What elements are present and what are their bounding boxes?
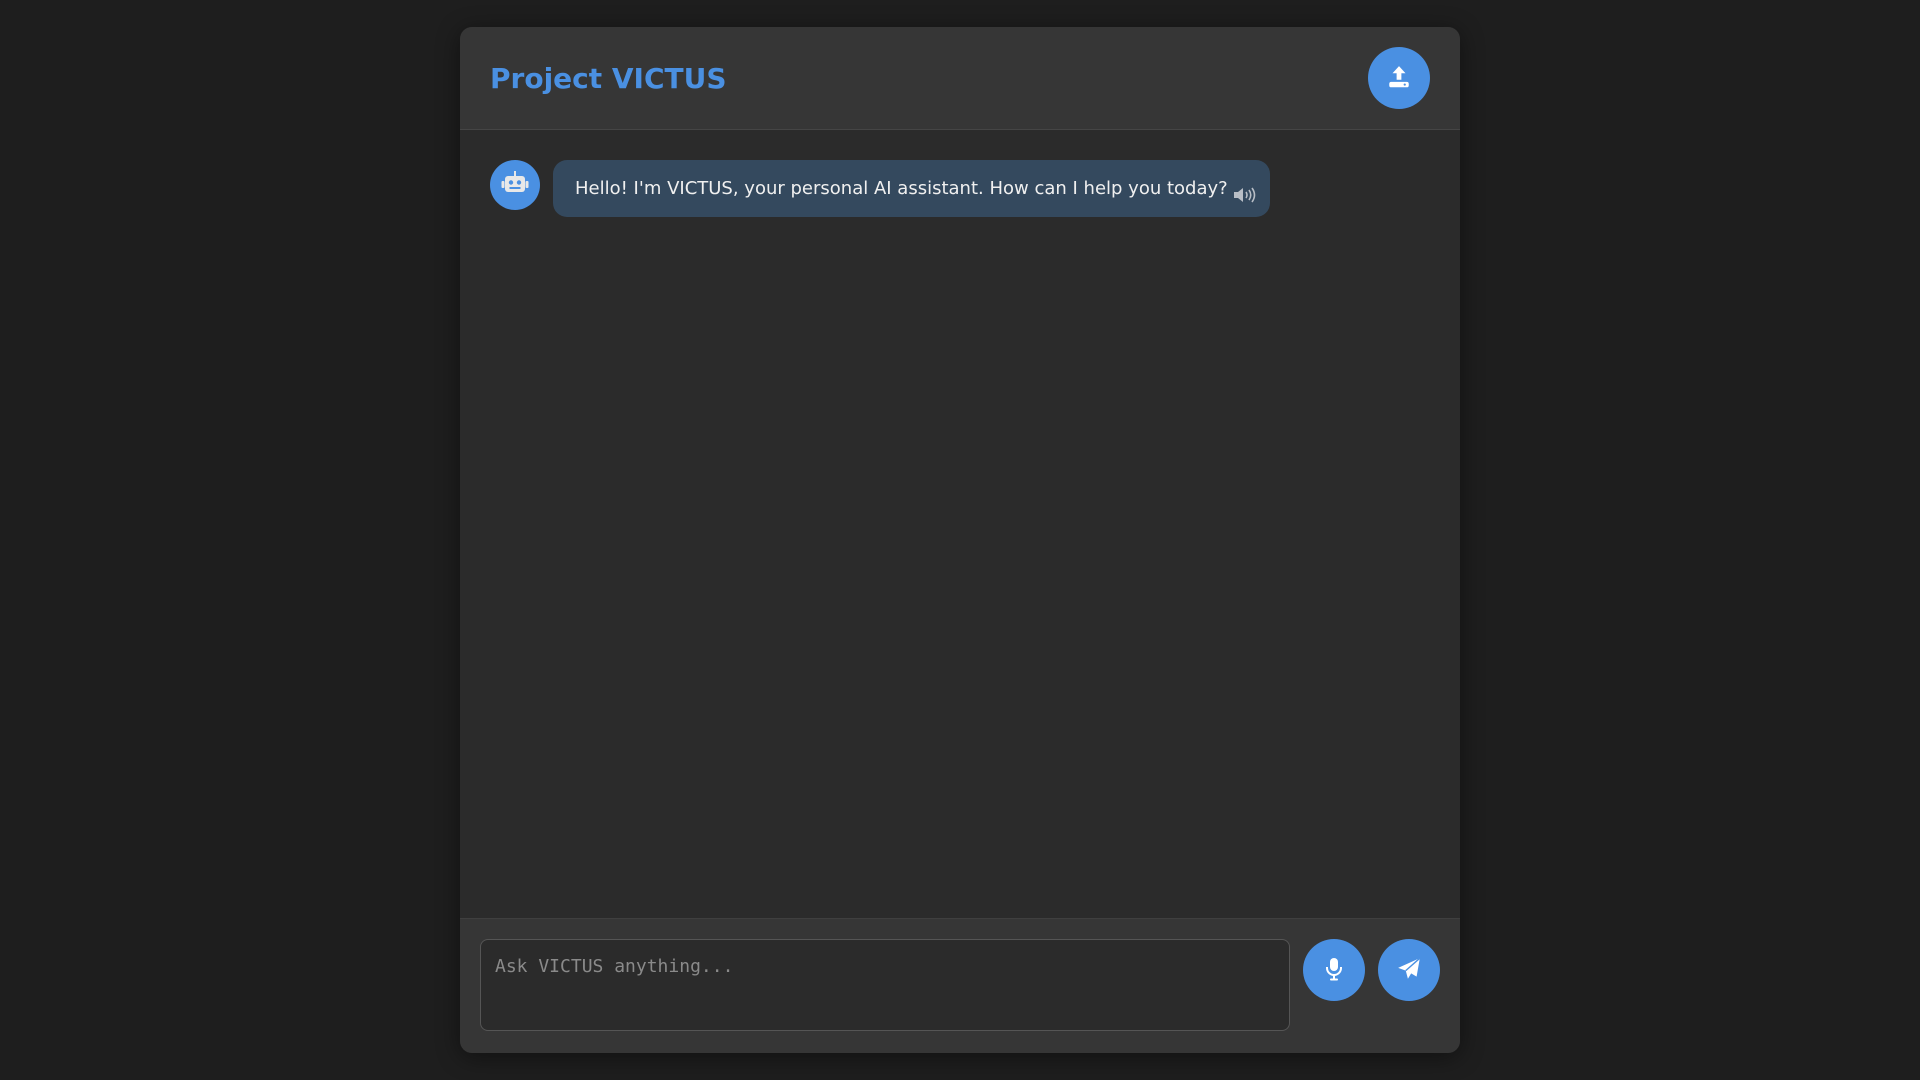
message-list: Hello! I'm VICTUS, your personal AI assi… [460, 130, 1460, 918]
voice-input-button[interactable] [1303, 939, 1365, 1001]
send-button[interactable] [1378, 939, 1440, 1001]
app-title: Project VICTUS [490, 61, 727, 95]
assistant-avatar [490, 160, 540, 210]
upload-button[interactable] [1368, 47, 1430, 109]
assistant-message: Hello! I'm VICTUS, your personal AI assi… [490, 160, 1430, 217]
speak-message-button[interactable] [1232, 187, 1258, 207]
composer-actions [1303, 939, 1440, 1001]
robot-icon [501, 170, 529, 200]
send-icon [1396, 956, 1422, 985]
composer [460, 918, 1460, 1053]
message-text: Hello! I'm VICTUS, your personal AI assi… [575, 178, 1228, 199]
chat-window: Project VICTUS Hello! I'm VICTUS, your p… [460, 27, 1460, 1053]
message-bubble: Hello! I'm VICTUS, your personal AI assi… [553, 160, 1270, 217]
speaker-icon [1232, 185, 1258, 210]
chat-header: Project VICTUS [460, 27, 1460, 130]
message-input[interactable] [480, 939, 1290, 1031]
microphone-icon [1323, 957, 1345, 984]
upload-icon [1386, 64, 1412, 93]
